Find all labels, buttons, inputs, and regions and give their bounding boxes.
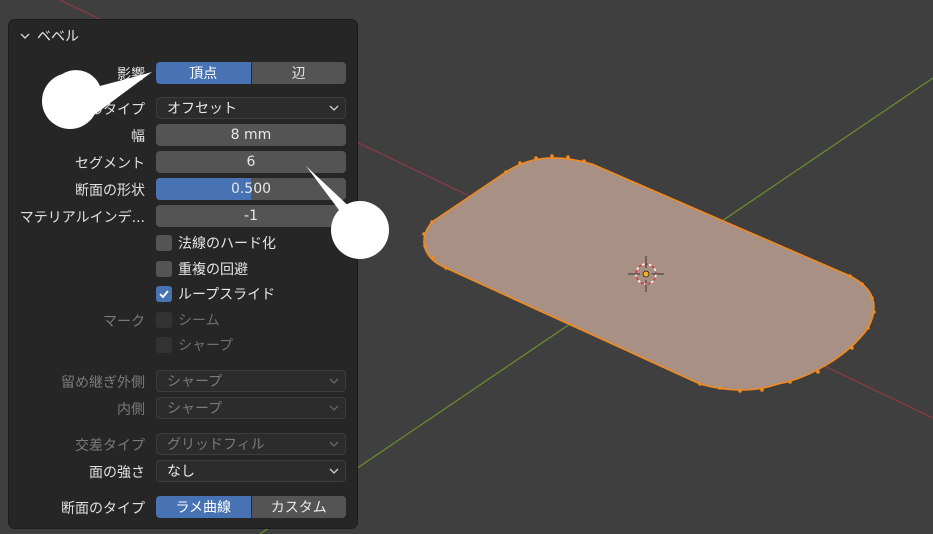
shape-value: 0.500: [230, 181, 272, 197]
annotation-overlay: [42, 70, 389, 259]
annotation-bubble-right-circle: [331, 201, 389, 259]
annotation-bubble-left-circle: [42, 73, 98, 129]
